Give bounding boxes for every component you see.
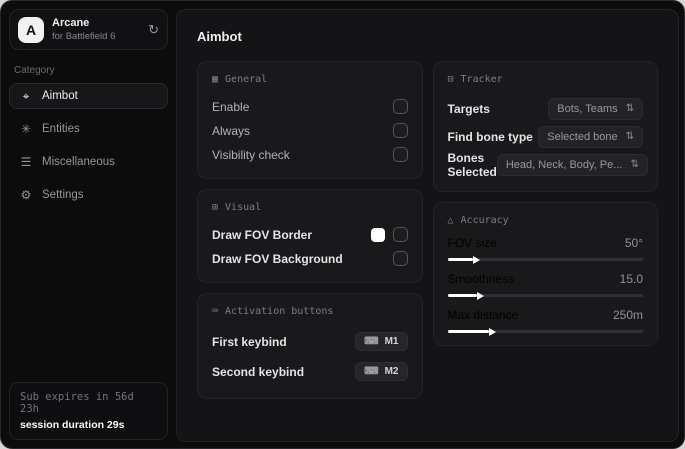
setting-row-enable: Enable (212, 95, 408, 118)
setting-value: 250m (612, 308, 643, 322)
first-keybind-button[interactable]: ⌨ M1 (355, 332, 408, 351)
sidebar-item-label: Settings (42, 189, 84, 201)
sidebar-item-label: Aimbot (42, 90, 78, 102)
slider-fill[interactable] (447, 330, 489, 333)
smoothness-slider[interactable] (447, 294, 643, 297)
app-subtitle: for Battlefield 6 (52, 31, 116, 42)
sidebar-nav: ⌖ Aimbot ✳ Entities ☰ Miscellaneous ⚙ Se… (9, 83, 168, 208)
sidebar-item-entities[interactable]: ✳ Entities (9, 116, 168, 142)
sidebar: A Arcane for Battlefield 6 ↻ Category ⌖ … (1, 1, 176, 448)
setting-label: Bones Selected (447, 151, 497, 179)
main-panel: Aimbot ▦ General Enable Always Visibilit… (176, 9, 679, 442)
setting-label: FOV size (447, 236, 497, 250)
app-logo: A (18, 16, 44, 43)
dropdown-value: Selected bone (547, 130, 618, 143)
draw-fov-background-checkbox[interactable] (392, 251, 408, 266)
minus-box-icon: ⊟ (447, 73, 454, 85)
plus-box-icon: ⊞ (212, 201, 219, 213)
find-bone-type-dropdown[interactable]: Selected bone ⇅ (538, 125, 643, 148)
category-label: Category (14, 65, 55, 76)
keybind-value: M2 (384, 366, 399, 377)
dropdown-value: Bots, Teams (557, 102, 618, 115)
sub-expiry-text: Sub expires in 56d 23h (20, 391, 134, 415)
gear-icon: ⚙ (20, 188, 32, 202)
card-activation-buttons: ⌨ Activation buttons First keybind ⌨ M1 … (197, 293, 423, 399)
setting-row-find-bone-type: Find bone type Selected bone ⇅ (447, 123, 643, 150)
setting-label: Always (212, 123, 251, 138)
grid-icon: ▦ (212, 73, 219, 85)
setting-value: 50° (624, 236, 643, 250)
fov-size-slider[interactable] (447, 258, 643, 261)
card-title: Tracker (460, 74, 503, 85)
draw-fov-border-checkbox[interactable] (392, 227, 408, 242)
slider-fill[interactable] (447, 294, 477, 297)
sliders-icon: ☰ (20, 155, 32, 169)
refresh-icon[interactable]: ↻ (148, 23, 159, 36)
second-keybind-button[interactable]: ⌨ M2 (355, 362, 408, 381)
setting-row-draw-fov-background: Draw FOV Background (212, 247, 408, 270)
setting-label: Smoothness (447, 272, 515, 286)
card-title: Accuracy (460, 215, 509, 226)
setting-row-draw-fov-border: Draw FOV Border (212, 223, 408, 246)
updown-chevron-icon: ⇅ (625, 102, 634, 114)
sidebar-item-settings[interactable]: ⚙ Settings (9, 182, 168, 208)
sidebar-item-miscellaneous[interactable]: ☰ Miscellaneous (9, 149, 168, 175)
updown-chevron-icon: ⇅ (625, 130, 634, 142)
setting-label: First keybind (212, 334, 287, 349)
setting-label: Targets (447, 101, 490, 116)
session-duration-text: session duration 29s (20, 419, 125, 431)
always-checkbox[interactable] (392, 123, 408, 138)
card-title: General (225, 74, 268, 85)
setting-label: Max distance (447, 308, 519, 322)
setting-row-max-distance: Max distance 250m (447, 308, 643, 333)
targets-dropdown[interactable]: Bots, Teams ⇅ (548, 97, 643, 120)
setting-label: Visibility check (212, 147, 290, 162)
entities-icon: ✳ (20, 122, 32, 136)
setting-row-visibility-check: Visibility check (212, 143, 408, 166)
setting-label: Draw FOV Border (212, 227, 313, 242)
keyboard-icon: ⌨ (364, 335, 379, 347)
keyboard-icon: ⌨ (212, 305, 219, 317)
setting-row-targets: Targets Bots, Teams ⇅ (447, 95, 643, 122)
setting-row-bones-selected: Bones Selected Head, Neck, Body, Pe... ⇅ (447, 151, 648, 179)
app-name: Arcane (52, 17, 90, 29)
setting-row-always: Always (212, 119, 408, 142)
card-general: ▦ General Enable Always Visibility check (197, 61, 423, 179)
setting-row-fov-size: FOV size 50° (447, 236, 643, 261)
dropdown-value: Head, Neck, Body, Pe... (505, 159, 623, 171)
crosshair-icon: ⌖ (22, 89, 30, 103)
setting-row-second-keybind: Second keybind ⌨ M2 (212, 357, 408, 386)
app-header: A Arcane for Battlefield 6 ↻ (9, 9, 168, 50)
app-window: A Arcane for Battlefield 6 ↻ Category ⌖ … (0, 0, 685, 449)
setting-label: Find bone type (447, 129, 533, 144)
keyboard-icon: ⌨ (364, 365, 379, 377)
enable-checkbox[interactable] (392, 99, 408, 114)
setting-label: Enable (212, 99, 250, 114)
page-title: Aimbot (197, 29, 242, 44)
setting-row-smoothness: Smoothness 15.0 (447, 272, 643, 297)
fov-border-color-swatch[interactable] (370, 227, 385, 242)
card-accuracy: △ Accuracy FOV size 50° Smoothness 15.0 … (432, 202, 658, 346)
card-title: Activation buttons (225, 306, 334, 317)
slider-fill[interactable] (447, 258, 473, 261)
visibility-check-checkbox[interactable] (392, 147, 408, 162)
setting-label: Draw FOV Background (212, 251, 343, 266)
keybind-value: M1 (384, 336, 399, 347)
subscription-info: Sub expires in 56d 23h session duration … (9, 382, 168, 440)
setting-value: 15.0 (619, 272, 643, 286)
max-distance-slider[interactable] (447, 330, 643, 333)
sidebar-item-label: Entities (42, 123, 80, 135)
sidebar-item-aimbot[interactable]: ⌖ Aimbot (9, 83, 168, 109)
card-title: Visual (225, 202, 262, 213)
triangle-icon: △ (447, 214, 454, 226)
card-visual: ⊞ Visual Draw FOV Border Draw FOV Backgr… (197, 189, 423, 283)
card-tracker: ⊟ Tracker Targets Bots, Teams ⇅ Find bon… (432, 61, 658, 192)
updown-chevron-icon: ⇅ (630, 159, 639, 170)
sidebar-item-label: Miscellaneous (42, 156, 115, 168)
app-meta: Arcane for Battlefield 6 (52, 17, 115, 42)
setting-label: Second keybind (212, 364, 305, 379)
setting-row-first-keybind: First keybind ⌨ M1 (212, 327, 408, 356)
bones-selected-dropdown[interactable]: Head, Neck, Body, Pe... ⇅ (496, 154, 648, 176)
